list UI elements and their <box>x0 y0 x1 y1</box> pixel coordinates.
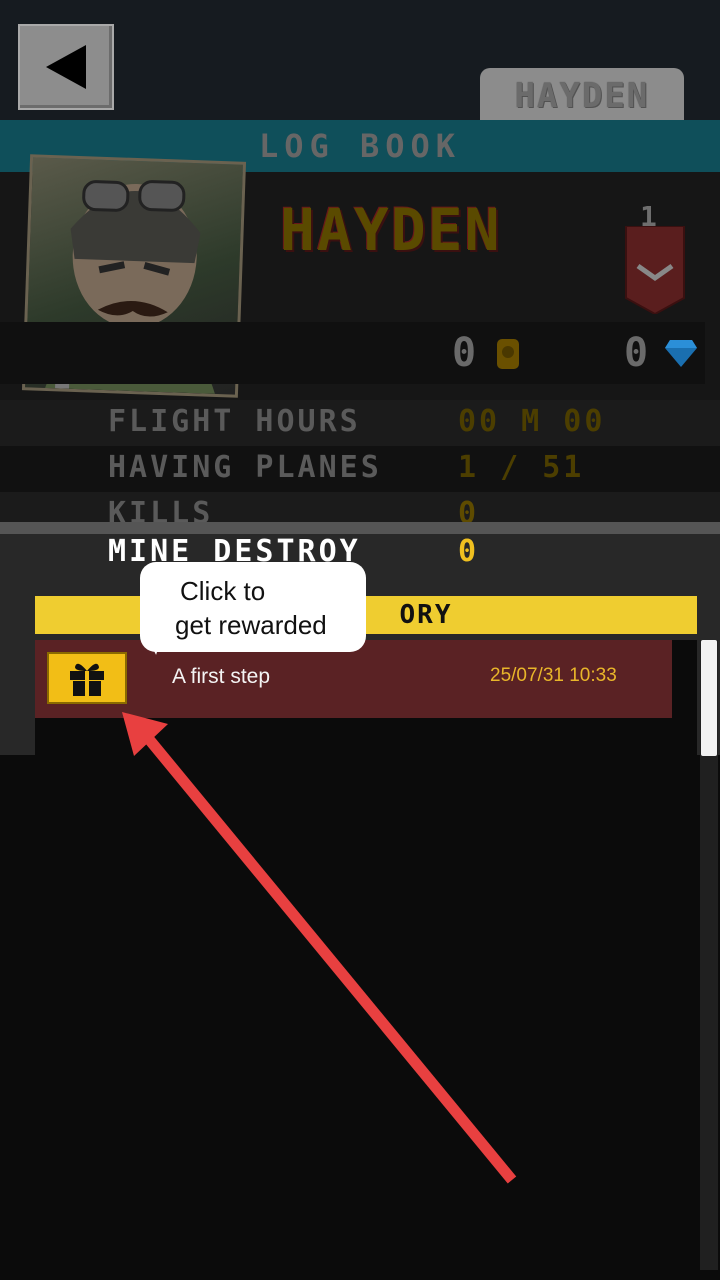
pointer-arrow-icon <box>122 712 517 1184</box>
